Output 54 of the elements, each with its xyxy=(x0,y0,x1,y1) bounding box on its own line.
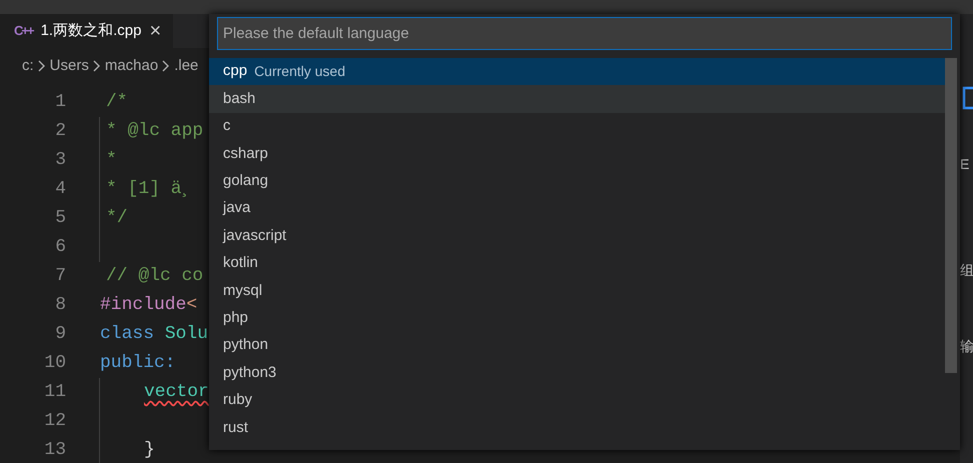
code-line: public: xyxy=(100,352,176,375)
language-option[interactable]: python3 xyxy=(209,359,945,387)
code-line: */ xyxy=(105,207,128,230)
language-option[interactable]: java xyxy=(209,194,945,222)
line-number: 5 xyxy=(54,207,66,230)
tab-label: 1.两数之和.cpp xyxy=(40,20,142,41)
chevron-icon xyxy=(162,60,170,72)
breadcrumb-item[interactable]: .lee xyxy=(174,54,198,78)
code-line: #include< xyxy=(100,294,198,317)
code-line: /* xyxy=(105,91,128,114)
line-number: 13 xyxy=(43,439,66,462)
chevron-icon xyxy=(38,60,46,72)
language-option[interactable]: rust xyxy=(209,414,945,442)
close-button[interactable]: × xyxy=(149,21,162,41)
option-description: Currently used xyxy=(254,62,346,82)
language-option[interactable]: bash xyxy=(209,85,945,113)
cpp-file-icon: C++ xyxy=(14,21,33,41)
language-option[interactable]: javascript xyxy=(209,222,945,250)
language-option[interactable]: python xyxy=(209,332,945,360)
code-line: * [1] ä¸ xyxy=(105,178,192,201)
search-field[interactable]: Please the default language xyxy=(217,17,952,50)
panel-text: E xyxy=(960,155,970,174)
code-line: * xyxy=(105,149,117,172)
line-number: 4 xyxy=(54,178,66,201)
breadcrumb-item[interactable]: Users xyxy=(50,54,89,78)
language-option[interactable]: csharp xyxy=(209,140,945,168)
editor-tab[interactable]: C++ 1.两数之和.cpp × xyxy=(0,14,174,48)
panel-icon[interactable] xyxy=(962,86,973,110)
language-option[interactable]: c xyxy=(209,112,945,140)
language-option[interactable]: mysql xyxy=(209,277,945,305)
line-number: 11 xyxy=(43,381,66,404)
language-option[interactable]: golang xyxy=(209,168,945,195)
line-number: 1 xyxy=(54,91,66,114)
code-line: vector xyxy=(143,381,209,404)
language-option[interactable]: ruby xyxy=(209,386,945,414)
code-line: // @lc co xyxy=(105,265,204,288)
line-number: 3 xyxy=(54,149,66,172)
breadcrumb-item[interactable]: machao xyxy=(104,54,158,78)
code-line: * @lc app xyxy=(105,120,204,143)
language-option[interactable]: cpp Currently used xyxy=(209,58,945,86)
line-number: 10 xyxy=(43,352,66,375)
code-line: class Solu xyxy=(100,323,208,346)
line-number: 7 xyxy=(54,265,66,288)
line-number: 12 xyxy=(43,410,66,433)
code-line: } xyxy=(143,439,155,462)
scrollbar-thumb[interactable] xyxy=(945,58,957,373)
breadcrumb-item[interactable]: c: xyxy=(22,54,34,78)
line-number: 9 xyxy=(54,323,66,346)
line-number: 6 xyxy=(54,236,66,259)
language-option[interactable]: php xyxy=(209,304,945,332)
chevron-icon xyxy=(92,60,101,72)
line-number: 8 xyxy=(54,294,66,317)
line-number: 2 xyxy=(54,120,66,143)
language-option[interactable]: kotlin xyxy=(209,250,945,278)
